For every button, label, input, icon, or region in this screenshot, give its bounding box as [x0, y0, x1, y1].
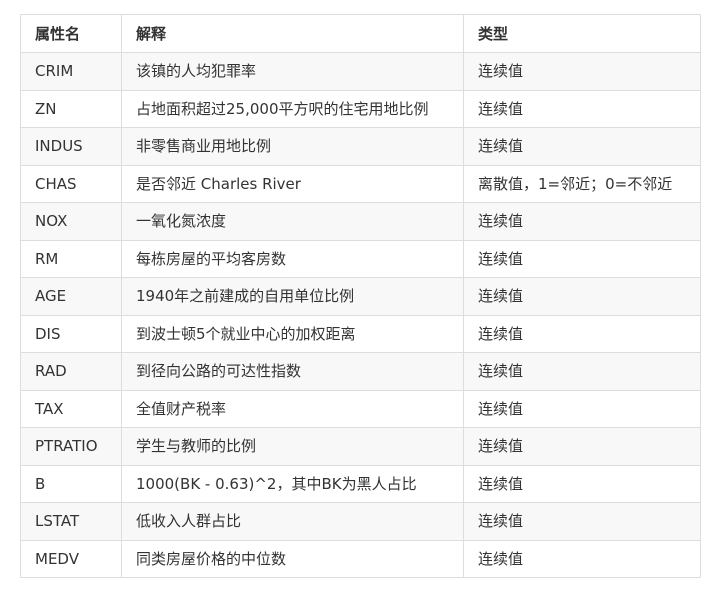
cell-type: 离散值，1=邻近；0=不邻近: [463, 164, 701, 203]
cell-type: 连续值: [463, 427, 701, 466]
cell-attribute-name: PTRATIO: [20, 427, 122, 466]
cell-type: 连续值: [463, 464, 701, 503]
cell-attribute-name: NOX: [20, 202, 122, 241]
cell-explanation: 是否邻近 Charles River: [121, 164, 464, 203]
cell-type: 连续值: [463, 127, 701, 166]
cell-type: 连续值: [463, 89, 701, 128]
header-explanation: 解释: [121, 14, 464, 53]
cell-attribute-name: B: [20, 464, 122, 503]
table-row: TAX 全值财产税率 连续值: [20, 389, 701, 428]
cell-type: 连续值: [463, 239, 701, 278]
cell-attribute-name: ZN: [20, 89, 122, 128]
cell-type: 连续值: [463, 502, 701, 541]
cell-type: 连续值: [463, 539, 701, 578]
table-row: B 1000(BK - 0.63)^2，其中BK为黑人占比 连续值: [20, 464, 701, 503]
cell-explanation: 全值财产税率: [121, 389, 464, 428]
cell-explanation: 学生与教师的比例: [121, 427, 464, 466]
cell-attribute-name: CRIM: [20, 52, 122, 91]
cell-type: 连续值: [463, 314, 701, 353]
table-body: CRIM 该镇的人均犯罪率 连续值 ZN 占地面积超过25,000平方呎的住宅用地比例连…: [20, 52, 701, 578]
cell-attribute-name: DIS: [20, 314, 122, 353]
cell-explanation: 1940年之前建成的自用单位比例: [121, 277, 464, 316]
table-row: AGE 1940年之前建成的自用单位比例 连续值: [20, 277, 701, 316]
table-row: ZN 占地面积超过25,000平方呎的住宅用地比例 连续值: [20, 89, 701, 128]
table-row: DIS 到波士顿5个就业中心的加权距离 连续值: [20, 314, 701, 353]
table-row: CHAS 是否邻近 Charles River 离散值，1=邻近；0=不邻近: [20, 164, 701, 203]
cell-attribute-name: MEDV: [20, 539, 122, 578]
header-attribute-name: 属性名: [20, 14, 122, 53]
table-row: RM 每栋房屋的平均客房数 连续值: [20, 239, 701, 278]
cell-type: 连续值: [463, 202, 701, 241]
cell-attribute-name: CHAS: [20, 164, 122, 203]
cell-attribute-name: TAX: [20, 389, 122, 428]
table-row: MEDV 同类房屋价格的中位数 连续值: [20, 539, 701, 578]
cell-type: 连续值: [463, 277, 701, 316]
cell-attribute-name: RAD: [20, 352, 122, 391]
cell-attribute-name: RM: [20, 239, 122, 278]
cell-attribute-name: INDUS: [20, 127, 122, 166]
cell-explanation: 占地面积超过25,000平方呎的住宅用地比例: [121, 89, 464, 128]
table-row: PTRATIO 学生与教师的比例 连续值: [20, 427, 701, 466]
attribute-table-container: 属性名 解释 类型 CRIM 该镇的人均犯罪率 连续值 ZN 占地面积超过25,000平…: [20, 14, 701, 578]
table-row: RAD 到径向公路的可达性指数 连续值: [20, 352, 701, 391]
cell-type: 连续值: [463, 352, 701, 391]
cell-explanation: 到波士顿5个就业中心的加权距离: [121, 314, 464, 353]
header-type: 类型: [463, 14, 701, 53]
cell-explanation: 低收入人群占比: [121, 502, 464, 541]
attribute-table: 属性名 解释 类型 CRIM 该镇的人均犯罪率 连续值 ZN 占地面积超过25,000平…: [20, 14, 701, 578]
cell-explanation: 同类房屋价格的中位数: [121, 539, 464, 578]
table-header-row: 属性名 解释 类型: [20, 14, 701, 53]
table-row: LSTAT 低收入人群占比 连续值: [20, 502, 701, 541]
cell-explanation: 该镇的人均犯罪率: [121, 52, 464, 91]
table-row: INDUS 非零售商业用地比例 连续值: [20, 127, 701, 166]
table-row: NOX 一氧化氮浓度 连续值: [20, 202, 701, 241]
cell-explanation: 到径向公路的可达性指数: [121, 352, 464, 391]
table-row: CRIM 该镇的人均犯罪率 连续值: [20, 52, 701, 91]
cell-type: 连续值: [463, 52, 701, 91]
cell-explanation: 非零售商业用地比例: [121, 127, 464, 166]
cell-attribute-name: LSTAT: [20, 502, 122, 541]
cell-type: 连续值: [463, 389, 701, 428]
cell-attribute-name: AGE: [20, 277, 122, 316]
cell-explanation: 1000(BK - 0.63)^2，其中BK为黑人占比: [121, 464, 464, 503]
cell-explanation: 一氧化氮浓度: [121, 202, 464, 241]
cell-explanation: 每栋房屋的平均客房数: [121, 239, 464, 278]
